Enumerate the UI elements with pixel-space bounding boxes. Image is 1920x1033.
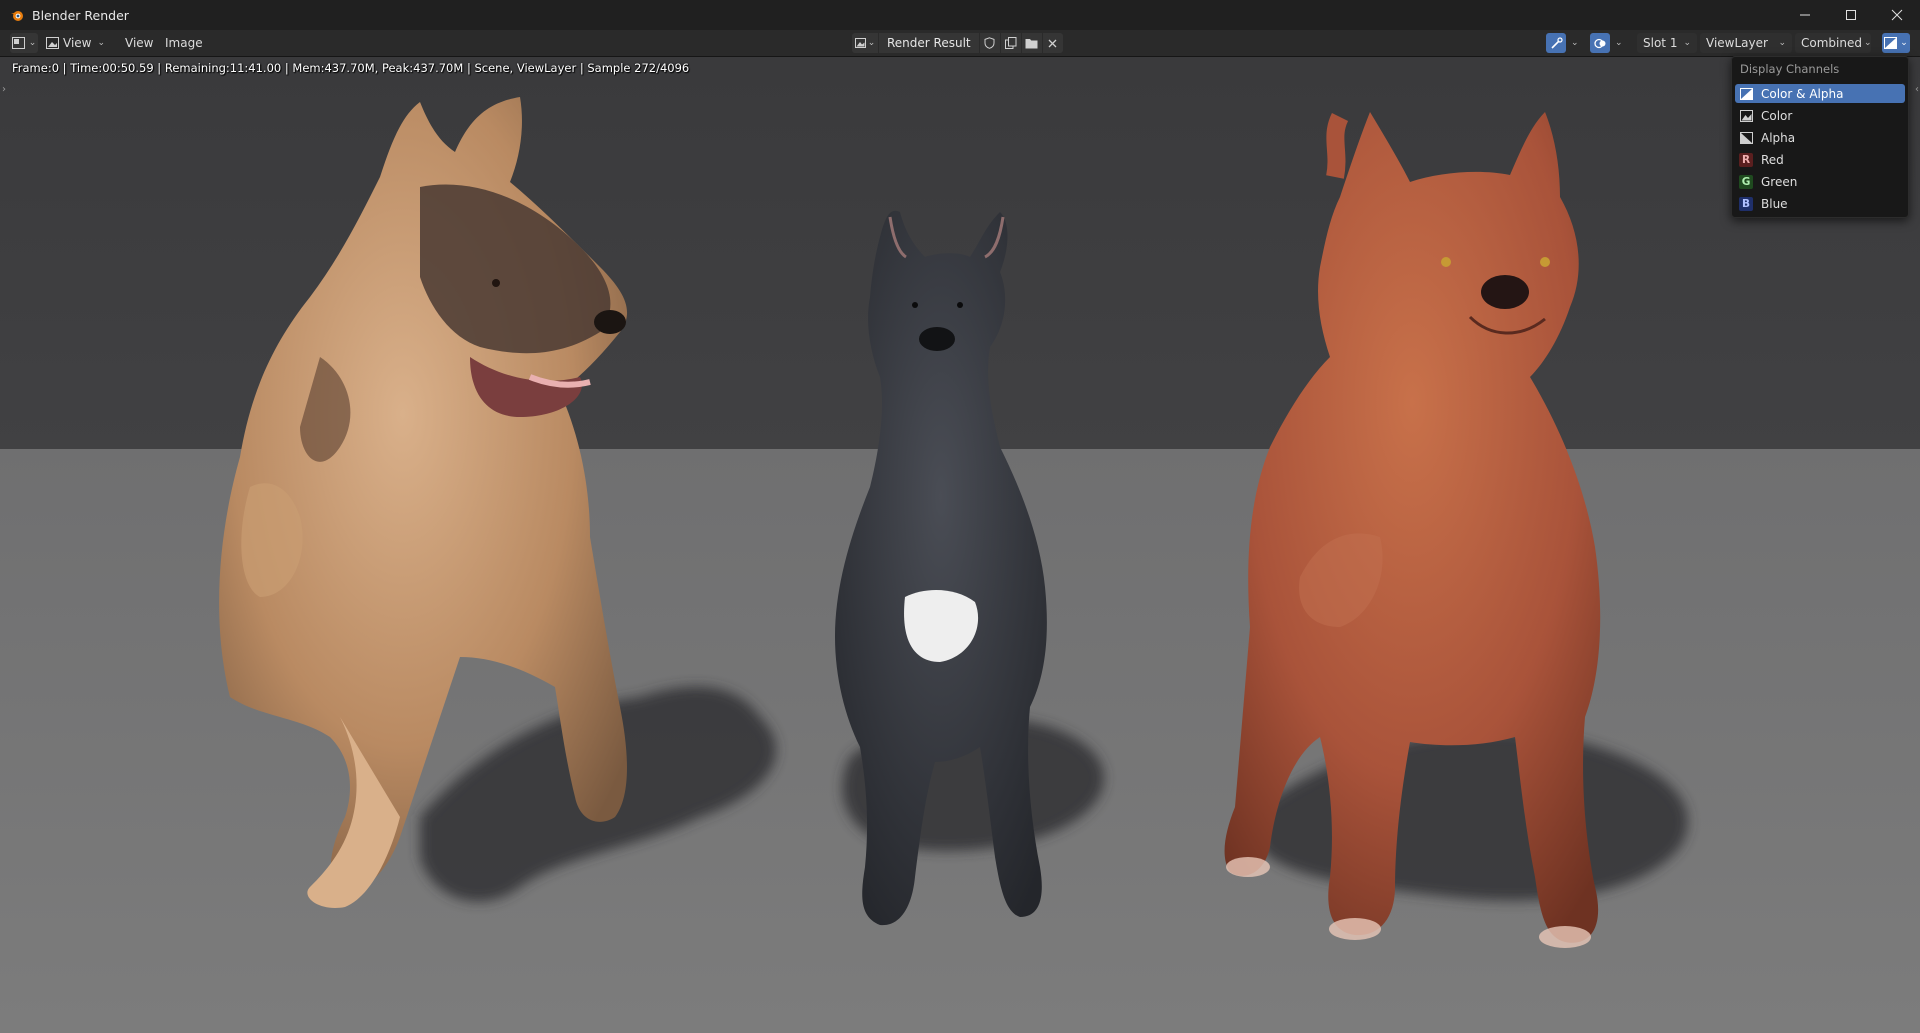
render-stats-text: Frame:0 | Time:00:50.59 | Remaining:11:4… [12,61,690,75]
folder-icon [1025,38,1038,48]
channel-label: Color [1761,108,1793,123]
render-result-image[interactable] [0,57,1920,1033]
view-mode-dropdown[interactable]: View ⌄ [46,33,105,53]
view-layer-dropdown[interactable]: ViewLayer ⌄ [1700,33,1792,53]
maximize-icon [1846,10,1856,20]
image-editor-header: ⌄ View ⌄ View Image ⌄ Render Result ⌄ ⌄ … [0,30,1920,57]
color-alpha-icon [1739,87,1753,101]
browse-image-button[interactable]: ⌄ [852,33,878,53]
editor-type-dropdown[interactable]: ⌄ [10,33,38,53]
display-channels-menu: Display Channels Color & Alpha Color Alp… [1731,56,1909,218]
channel-label: Color & Alpha [1761,86,1844,101]
close-icon [1891,9,1903,21]
channel-label: Alpha [1761,130,1796,145]
channel-item-color[interactable]: Color [1735,106,1905,125]
chevron-down-icon: ⌄ [28,38,37,48]
close-button[interactable] [1874,0,1920,30]
view-mode-icon [46,37,59,49]
duplicate-image-button[interactable] [1000,33,1021,53]
channel-item-color-alpha[interactable]: Color & Alpha [1735,84,1905,103]
open-image-button[interactable] [1021,33,1042,53]
overlay-dropdown[interactable]: ⌄ [1587,33,1626,53]
window-title: Blender Render [32,7,129,23]
duplicate-icon [1004,37,1017,49]
render-pass-label: Combined [1801,36,1862,50]
blue-channel-icon: B [1739,196,1753,211]
red-letter: R [1739,152,1753,167]
display-channels-dropdown[interactable]: ⌄ [1882,33,1910,53]
maximize-button[interactable] [1828,0,1874,30]
chevron-down-icon: ⌄ [867,38,876,48]
channel-label: Green [1761,174,1798,189]
chevron-down-icon: ⌄ [1615,38,1623,48]
sidebar-expand-icon[interactable]: ‹ [1915,84,1919,95]
slot-dropdown[interactable]: Slot 1 ⌄ [1637,33,1697,53]
alpha-icon [1739,131,1753,145]
green-letter: G [1739,174,1753,189]
view-mode-label: View [63,36,92,50]
image-editor-icon [11,37,25,49]
display-channels-title: Display Channels [1740,62,1840,76]
chevron-down-icon: ⌄ [97,38,106,48]
menu-view-label: View [125,36,154,50]
blender-logo-icon [10,8,24,22]
window-controls [1782,0,1920,30]
close-icon [1048,39,1057,47]
gizmo-dropdown[interactable]: ⌄ [1543,33,1582,53]
image-datablock-selector: ⌄ Render Result [852,33,1063,53]
channel-label: Blue [1761,196,1788,211]
render-pass-dropdown[interactable]: Combined ⌄ [1795,33,1872,53]
color-icon [1739,109,1753,123]
fake-user-button[interactable] [979,33,1000,53]
chevron-down-icon: ⌄ [1900,38,1908,48]
shield-icon [984,37,995,49]
channel-item-alpha[interactable]: Alpha [1735,128,1905,147]
menu-image-label: Image [165,36,203,50]
overlay-icon [1590,33,1610,53]
channel-label: Red [1761,152,1784,167]
image-name-field[interactable]: Render Result [879,33,979,53]
minimize-button[interactable] [1782,0,1828,30]
blue-letter: B [1739,196,1753,211]
channel-item-red[interactable]: R Red [1735,150,1905,169]
blender-render-window: Blender Render ⌄ View ⌄ View Image ⌄ Ren… [0,0,1920,1033]
chevron-down-icon: ⌄ [1571,38,1579,48]
toolbar-expand-icon[interactable]: › [2,84,6,95]
channel-item-green[interactable]: G Green [1735,172,1905,191]
title-bar: Blender Render [0,0,1920,30]
sample-tool-icon [1546,33,1566,53]
green-channel-icon: G [1739,174,1753,189]
unlink-image-button[interactable] [1042,33,1063,53]
chevron-down-icon: ⌄ [1778,38,1786,48]
menu-image[interactable]: Image [165,33,203,53]
minimize-icon [1800,14,1810,16]
menu-view[interactable]: View [125,33,153,53]
chevron-down-icon: ⌄ [1863,38,1872,48]
red-channel-icon: R [1739,152,1753,167]
image-icon [854,38,866,48]
slot-label: Slot 1 [1643,36,1678,50]
color-alpha-icon [1884,37,1898,49]
chevron-down-icon: ⌄ [1683,38,1691,48]
view-layer-label: ViewLayer [1706,36,1768,50]
channel-item-blue[interactable]: B Blue [1735,194,1905,213]
